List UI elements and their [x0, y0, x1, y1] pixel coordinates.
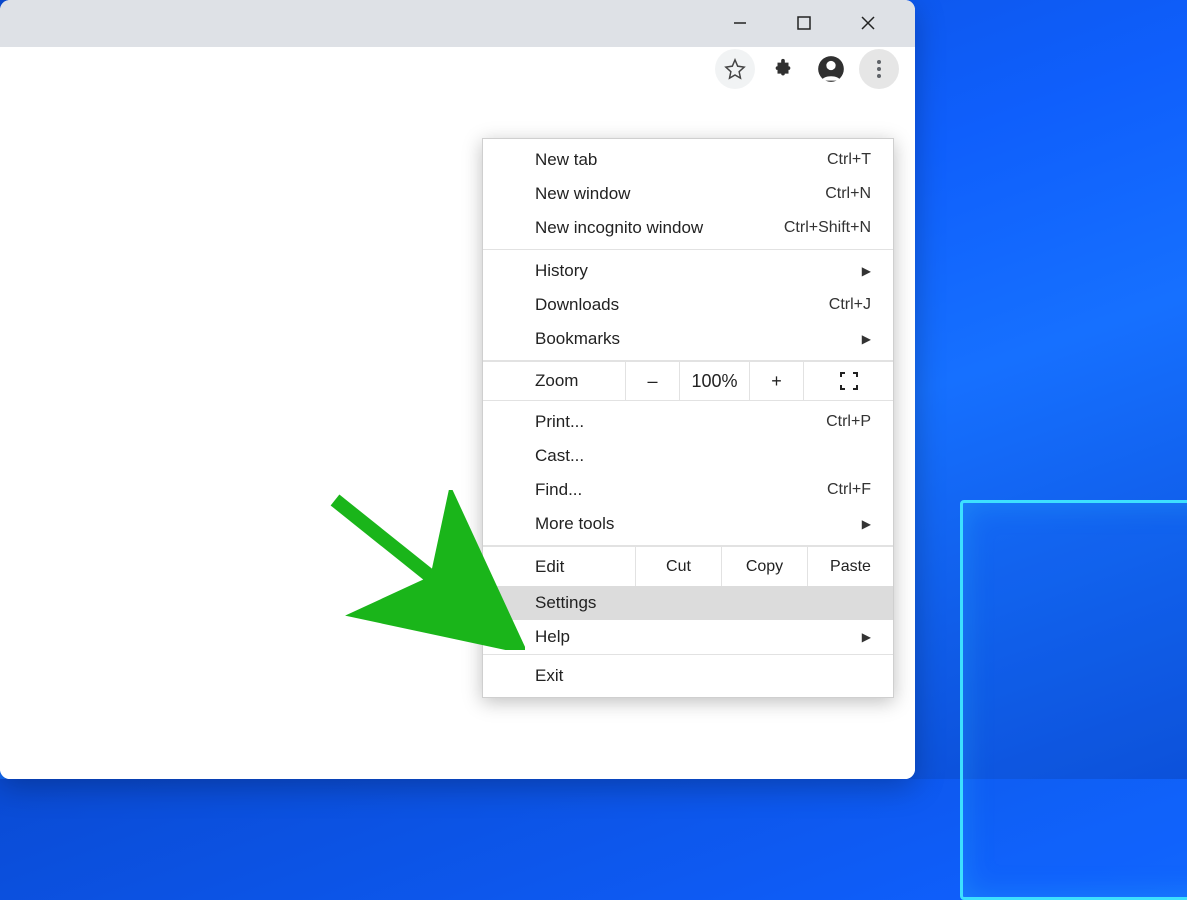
more-vert-icon — [876, 59, 882, 79]
menu-label: Cast... — [535, 446, 584, 466]
menu-group-3: Print... Ctrl+P Cast... Find... Ctrl+F M… — [483, 401, 893, 546]
chevron-right-icon: ▶ — [862, 630, 871, 644]
edit-paste-button[interactable]: Paste — [807, 547, 893, 586]
menu-label: Exit — [535, 666, 563, 686]
chevron-right-icon: ▶ — [862, 332, 871, 346]
menu-group-4: Settings Help ▶ — [483, 586, 893, 655]
edit-copy-button[interactable]: Copy — [721, 547, 807, 586]
menu-label: New window — [535, 184, 630, 204]
menu-shortcut: Ctrl+Shift+N — [784, 219, 871, 237]
menu-new-incognito[interactable]: New incognito window Ctrl+Shift+N — [483, 211, 893, 245]
menu-shortcut: Ctrl+N — [825, 185, 871, 203]
fullscreen-button[interactable] — [803, 362, 893, 400]
bookmark-star-button[interactable] — [715, 49, 755, 89]
more-menu-button[interactable] — [859, 49, 899, 89]
maximize-button[interactable] — [781, 0, 827, 46]
edit-label: Edit — [483, 547, 635, 586]
close-button[interactable] — [845, 0, 891, 46]
desktop-highlight-rect — [960, 500, 1187, 900]
menu-help[interactable]: Help ▶ — [483, 620, 893, 654]
minimize-icon — [732, 15, 748, 31]
menu-label: Help — [535, 627, 570, 647]
zoom-label: Zoom — [483, 362, 625, 400]
maximize-icon — [797, 16, 811, 30]
titlebar — [0, 0, 915, 92]
menu-new-window[interactable]: New window Ctrl+N — [483, 177, 893, 211]
star-icon — [724, 58, 746, 80]
menu-new-tab[interactable]: New tab Ctrl+T — [483, 143, 893, 177]
menu-bookmarks[interactable]: Bookmarks ▶ — [483, 322, 893, 356]
close-icon — [860, 15, 876, 31]
chrome-main-menu: New tab Ctrl+T New window Ctrl+N New inc… — [482, 138, 894, 698]
menu-label: Downloads — [535, 295, 619, 315]
menu-label: New incognito window — [535, 218, 703, 238]
menu-group-5: Exit — [483, 655, 893, 697]
menu-cast[interactable]: Cast... — [483, 439, 893, 473]
menu-label: Bookmarks — [535, 329, 620, 349]
menu-edit-row: Edit Cut Copy Paste — [483, 546, 893, 586]
menu-group-1: New tab Ctrl+T New window Ctrl+N New inc… — [483, 139, 893, 250]
puzzle-icon — [772, 58, 794, 80]
zoom-in-button[interactable]: + — [749, 362, 803, 400]
menu-history[interactable]: History ▶ — [483, 254, 893, 288]
menu-more-tools[interactable]: More tools ▶ — [483, 507, 893, 541]
extensions-button[interactable] — [763, 49, 803, 89]
menu-shortcut: Ctrl+J — [829, 296, 871, 314]
person-icon — [817, 55, 845, 83]
menu-label: Print... — [535, 412, 584, 432]
menu-group-2: History ▶ Downloads Ctrl+J Bookmarks ▶ — [483, 250, 893, 361]
menu-settings[interactable]: Settings — [483, 586, 893, 620]
fullscreen-icon — [840, 372, 858, 390]
browser-toolbar — [0, 47, 915, 92]
menu-label: More tools — [535, 514, 614, 534]
chevron-right-icon: ▶ — [862, 517, 871, 531]
edit-cut-button[interactable]: Cut — [635, 547, 721, 586]
menu-label: New tab — [535, 150, 597, 170]
menu-label: Settings — [535, 593, 596, 613]
menu-shortcut: Ctrl+P — [826, 413, 871, 431]
profile-button[interactable] — [811, 49, 851, 89]
minimize-button[interactable] — [717, 0, 763, 46]
menu-zoom-row: Zoom – 100% + — [483, 361, 893, 401]
chevron-right-icon: ▶ — [862, 264, 871, 278]
menu-label: Find... — [535, 480, 582, 500]
menu-downloads[interactable]: Downloads Ctrl+J — [483, 288, 893, 322]
window-controls — [0, 0, 915, 47]
zoom-value: 100% — [679, 362, 749, 400]
menu-shortcut: Ctrl+T — [827, 151, 871, 169]
menu-label: History — [535, 261, 588, 281]
menu-shortcut: Ctrl+F — [827, 481, 871, 499]
menu-exit[interactable]: Exit — [483, 659, 893, 693]
menu-find[interactable]: Find... Ctrl+F — [483, 473, 893, 507]
zoom-out-button[interactable]: – — [625, 362, 679, 400]
menu-print[interactable]: Print... Ctrl+P — [483, 405, 893, 439]
